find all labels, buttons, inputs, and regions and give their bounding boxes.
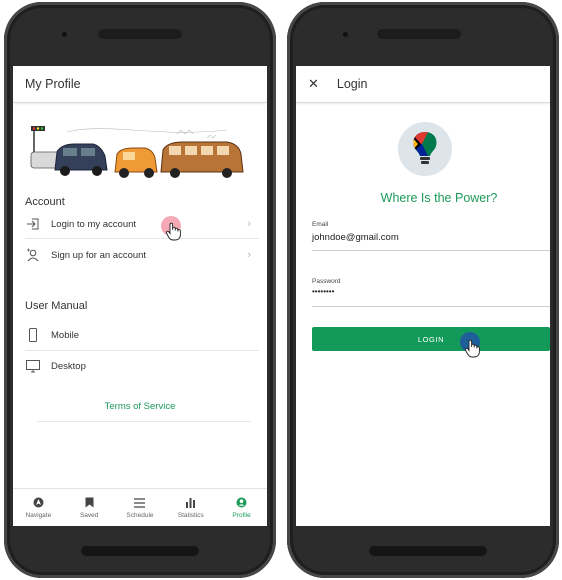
cars-illustration [30,126,244,178]
password-field[interactable]: •••••••• [312,287,334,296]
login-icon [25,216,41,232]
email-field-underline [312,250,550,251]
nav-saved[interactable]: Saved [66,497,112,519]
close-icon[interactable]: ✕ [308,76,319,92]
nav-navigate[interactable]: Navigate [15,497,61,519]
home-bar [369,546,487,556]
bookmark-icon [83,497,95,509]
row-divider [37,421,251,422]
hand-cursor-icon [465,339,480,358]
email-field[interactable]: johndoe@gmail.com [312,232,399,243]
home-bar [81,546,199,556]
nav-label: Saved [79,511,99,519]
app-logo [398,122,452,176]
login-button-label: LOGIN [417,334,445,344]
nav-label: Navigate [25,511,52,519]
password-field-label: Password [312,278,341,285]
desktop-row-label: Desktop [51,360,86,372]
page-title: My Profile [25,77,81,91]
page-title: Login [336,77,368,91]
bar-chart-icon [185,497,197,509]
login-to-account-row[interactable]: Login to my account › [25,211,257,237]
chevron-right-icon: › [247,218,251,230]
bottom-navigation: Navigate Saved Schedule Statistics Profi… [13,488,267,526]
speaker-grille [377,29,461,39]
right-phone-frame: ✕ Login Where Is the Power? Email johndo… [287,2,559,578]
chevron-right-icon: › [247,249,251,261]
mobile-manual-row[interactable]: Mobile [25,322,257,348]
nav-schedule[interactable]: Schedule [117,497,163,519]
terms-of-service-link[interactable]: Terms of Service [13,401,267,412]
desktop-manual-row[interactable]: Desktop [25,353,257,379]
speaker-grille [98,29,182,39]
email-field-label: Email [312,221,329,228]
row-divider [25,238,259,239]
add-user-icon [25,247,41,263]
camera-dot [62,32,67,37]
user-manual-section-label: User Manual [25,300,88,312]
nav-label: Schedule [126,511,154,519]
hand-cursor-icon [166,222,181,241]
login-app-bar: ✕ Login [296,66,550,103]
mobile-phone-icon [25,327,41,343]
left-phone-frame: My Profile Account Login to my account ›… [4,2,276,578]
app-name-heading: Where Is the Power? [380,191,498,205]
list-icon [134,497,146,509]
navigate-icon [32,497,44,509]
row-divider [25,350,259,351]
desktop-monitor-icon [25,358,41,374]
camera-dot [343,32,348,37]
profile-app-bar: My Profile [13,66,267,103]
login-row-label: Login to my account [51,218,137,230]
nav-statistics[interactable]: Statistics [168,497,214,519]
login-screen: ✕ Login Where Is the Power? Email johndo… [296,66,550,526]
profile-icon [236,497,248,509]
account-section-label: Account [25,196,65,208]
login-button[interactable]: LOGIN [312,327,550,351]
password-field-underline [312,306,550,307]
nav-label: Statistics [177,511,204,519]
signup-row-label: Sign up for an account [51,249,147,261]
nav-label: Profile [232,511,251,519]
profile-screen: My Profile Account Login to my account ›… [13,66,267,526]
composite-screenshot: My Profile Account Login to my account ›… [0,0,562,580]
signup-row[interactable]: Sign up for an account › [25,242,257,268]
nav-profile[interactable]: Profile [219,497,265,519]
lightbulb-icon [413,132,437,164]
mobile-row-label: Mobile [51,329,79,341]
